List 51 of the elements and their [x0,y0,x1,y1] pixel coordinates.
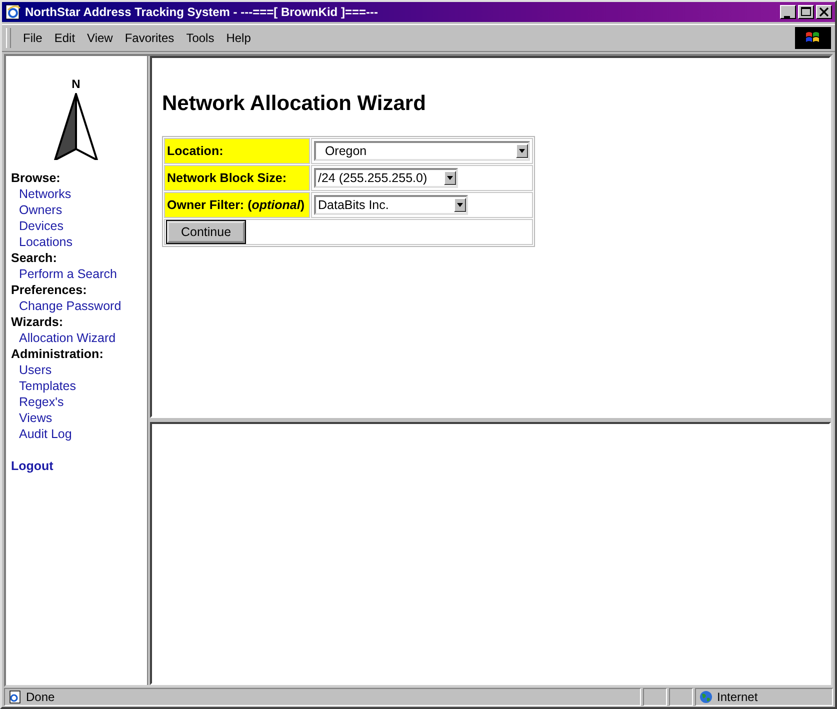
nav-link[interactable]: Locations [11,234,73,250]
close-icon [817,6,831,18]
close-button[interactable] [816,5,832,19]
caret-icon [454,198,466,212]
globe-icon [699,690,713,704]
field-label: Network Block Size: [164,165,310,191]
nav-link[interactable]: Regex's [11,394,64,410]
nav-link[interactable]: Networks [11,186,72,202]
nav-heading: Search: [11,250,58,266]
window-title: NorthStar Address Tracking System - ---===[ BrownKid ]===--- [25,5,379,19]
minimize-icon [784,16,790,18]
nav-link[interactable]: Templates [11,378,76,394]
continue-button[interactable]: Continue [167,221,246,243]
nav-link[interactable]: Owners [11,202,62,218]
menu-item[interactable]: File [17,29,48,47]
page-icon [8,690,22,704]
maximize-button[interactable] [798,5,814,19]
menu-item[interactable]: Tools [180,29,220,47]
nav-link[interactable]: Devices [11,218,64,234]
dropdown[interactable]: Oregon [314,141,530,161]
page-title: Network Allocation Wizard [162,92,427,116]
nav-link[interactable]: Change Password [11,298,122,314]
field-label: Owner Filter: (optional) [164,192,310,218]
menu-item[interactable]: Favorites [118,29,180,47]
nav-heading: Preferences: [11,282,88,298]
nav-heading: Browse: [11,170,62,186]
menu-item[interactable]: Edit [48,29,82,47]
caret-icon [516,144,528,158]
nav-link[interactable]: Users [11,362,52,378]
nav-link[interactable]: Audit Log [11,426,72,442]
menu-item[interactable]: Help [220,29,257,47]
nav-link[interactable]: Perform a Search [11,266,117,282]
logout-link[interactable]: Logout [11,458,54,474]
windows-flag-icon [795,27,831,49]
nav-heading: Wizards: [11,314,64,330]
menu-item[interactable]: View [81,29,119,47]
dropdown[interactable]: DataBits Inc. [314,195,468,215]
maximize-icon [799,6,813,18]
status-text: Done [26,690,55,704]
status-pane [669,688,693,706]
north-arrow-logo: N [49,74,103,160]
minimize-button[interactable] [780,5,796,19]
nav-link[interactable]: Views [11,410,52,426]
nav-heading: Administration: [11,346,104,362]
dropdown[interactable]: /24 (255.255.255.0) [314,168,458,188]
status-pane [643,688,667,706]
browser-icon [5,4,21,20]
zone-text: Internet [717,690,758,704]
caret-icon [444,171,456,185]
field-label: Location: [164,138,310,164]
nav-link[interactable]: Allocation Wizard [11,330,116,346]
